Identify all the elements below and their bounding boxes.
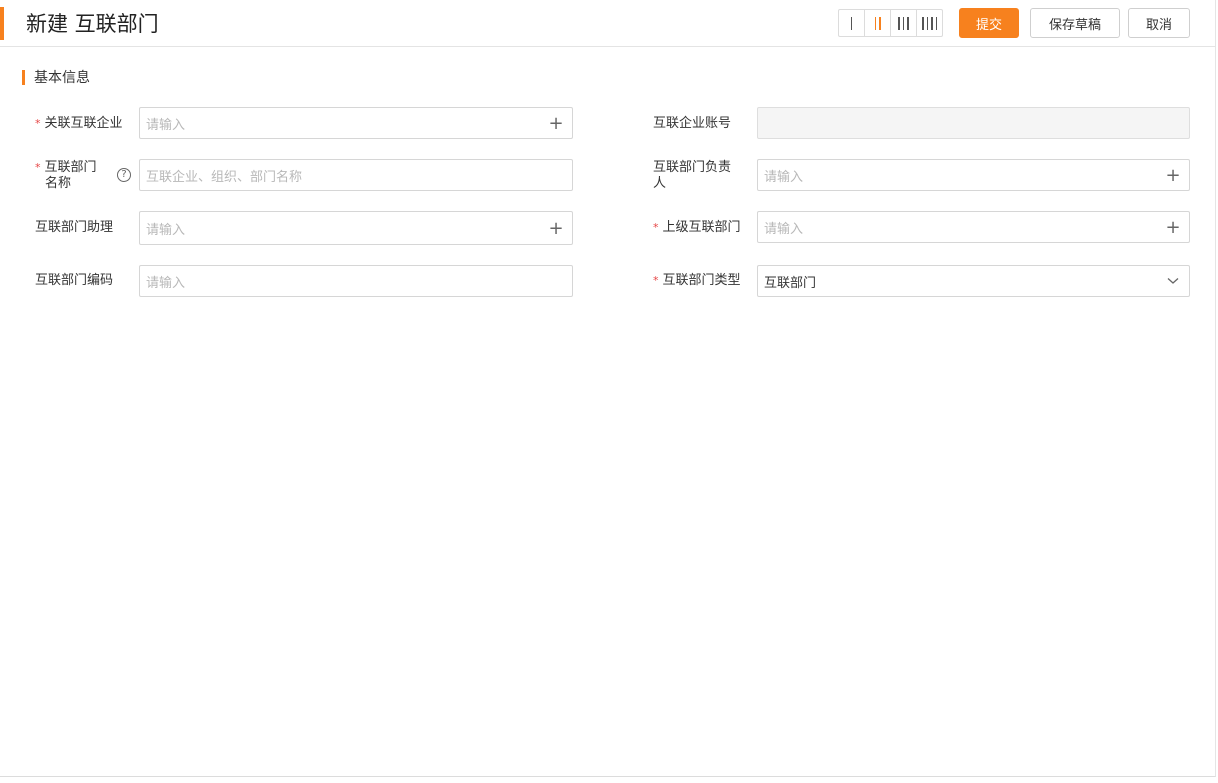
column-layout-switcher [838, 9, 943, 37]
required-mark: * [653, 274, 659, 287]
two-column-icon-bar [874, 16, 876, 30]
save-draft-button[interactable]: 保存草稿 [1030, 8, 1120, 38]
layout-two-column-button[interactable] [865, 10, 891, 36]
company-account-input [757, 107, 1190, 139]
cancel-button[interactable]: 取消 [1128, 8, 1190, 38]
plus-icon[interactable]: + [1157, 160, 1189, 190]
dept-type-label: * 互联部门类型 [653, 273, 741, 289]
label-text: 上级互联部门 [662, 220, 741, 235]
three-column-icon-bar [898, 16, 900, 30]
form-window: 新建 互联部门 提交 保存草稿 取消 基本信息 * 关联互联企业 请输入 + 互… [0, 0, 1216, 777]
four-column-icon-bar [935, 16, 937, 30]
dept-type-select[interactable]: 互联部门 [757, 265, 1190, 297]
dept-name-label: * 互联部门 名称 [35, 160, 107, 192]
page-title: 新建 互联部门 [26, 12, 159, 36]
four-column-icon-bar [922, 16, 924, 30]
dept-type-value: 互联部门 [764, 275, 817, 291]
chevron-down-icon[interactable] [1157, 266, 1189, 296]
one-column-icon [850, 16, 853, 30]
dept-code-placeholder: 请输入 [146, 275, 186, 291]
company-account-label: 互联企业账号 [653, 116, 732, 131]
section-basic-info: 基本信息 [22, 68, 90, 86]
dept-assistant-label: 互联部门助理 [35, 220, 114, 235]
two-column-icon-bar [879, 16, 881, 30]
four-column-icon-bar [926, 16, 928, 30]
plus-icon[interactable]: + [540, 213, 572, 243]
plus-icon[interactable]: + [1157, 212, 1189, 242]
label-text: 名称 [45, 176, 72, 191]
dept-name-placeholder: 互联企业、组织、部门名称 [146, 169, 303, 185]
dept-assistant-placeholder: 请输入 [146, 222, 186, 238]
linked-company-input[interactable]: 请输入 + [139, 107, 573, 139]
question-circle-icon[interactable]: ? [117, 168, 131, 182]
parent-dept-label: * 上级互联部门 [653, 220, 741, 236]
submit-button[interactable]: 提交 [959, 8, 1019, 38]
label-text: 人 [653, 176, 667, 191]
label-text: 关联互联企业 [44, 116, 123, 131]
four-column-icon-bar [931, 16, 933, 30]
label-text: 互联部门负责 [653, 160, 732, 175]
page-header: 新建 互联部门 提交 保存草稿 取消 [0, 0, 1216, 47]
linked-company-label: * 关联互联企业 [35, 116, 123, 132]
dept-assistant-input[interactable]: 请输入 + [139, 211, 573, 245]
parent-dept-input[interactable]: 请输入 + [757, 211, 1190, 243]
plus-icon[interactable]: + [540, 108, 572, 138]
dept-leader-input[interactable]: 请输入 + [757, 159, 1190, 191]
section-title: 基本信息 [34, 70, 90, 86]
layout-one-column-button[interactable] [839, 10, 865, 36]
parent-dept-placeholder: 请输入 [764, 221, 804, 237]
dept-code-label: 互联部门编码 [35, 273, 114, 288]
layout-three-column-button[interactable] [891, 10, 917, 36]
required-mark: * [653, 221, 659, 234]
three-column-icon-bar [902, 16, 905, 30]
section-accent-bar [22, 69, 25, 85]
required-mark: * [35, 161, 41, 174]
label-text: 互联部门 [44, 160, 97, 175]
title-accent-bar [0, 7, 4, 40]
dept-code-input[interactable]: 请输入 [139, 265, 573, 297]
required-mark: * [35, 117, 41, 130]
label-text: 互联部门类型 [662, 273, 741, 288]
three-column-icon-bar [907, 16, 909, 30]
dept-name-input[interactable]: 互联企业、组织、部门名称 [139, 159, 573, 191]
layout-four-column-button[interactable] [917, 10, 942, 36]
dept-leader-placeholder: 请输入 [764, 169, 804, 185]
linked-company-placeholder: 请输入 [146, 117, 186, 133]
dept-leader-label: 互联部门负责 人 [653, 160, 745, 192]
